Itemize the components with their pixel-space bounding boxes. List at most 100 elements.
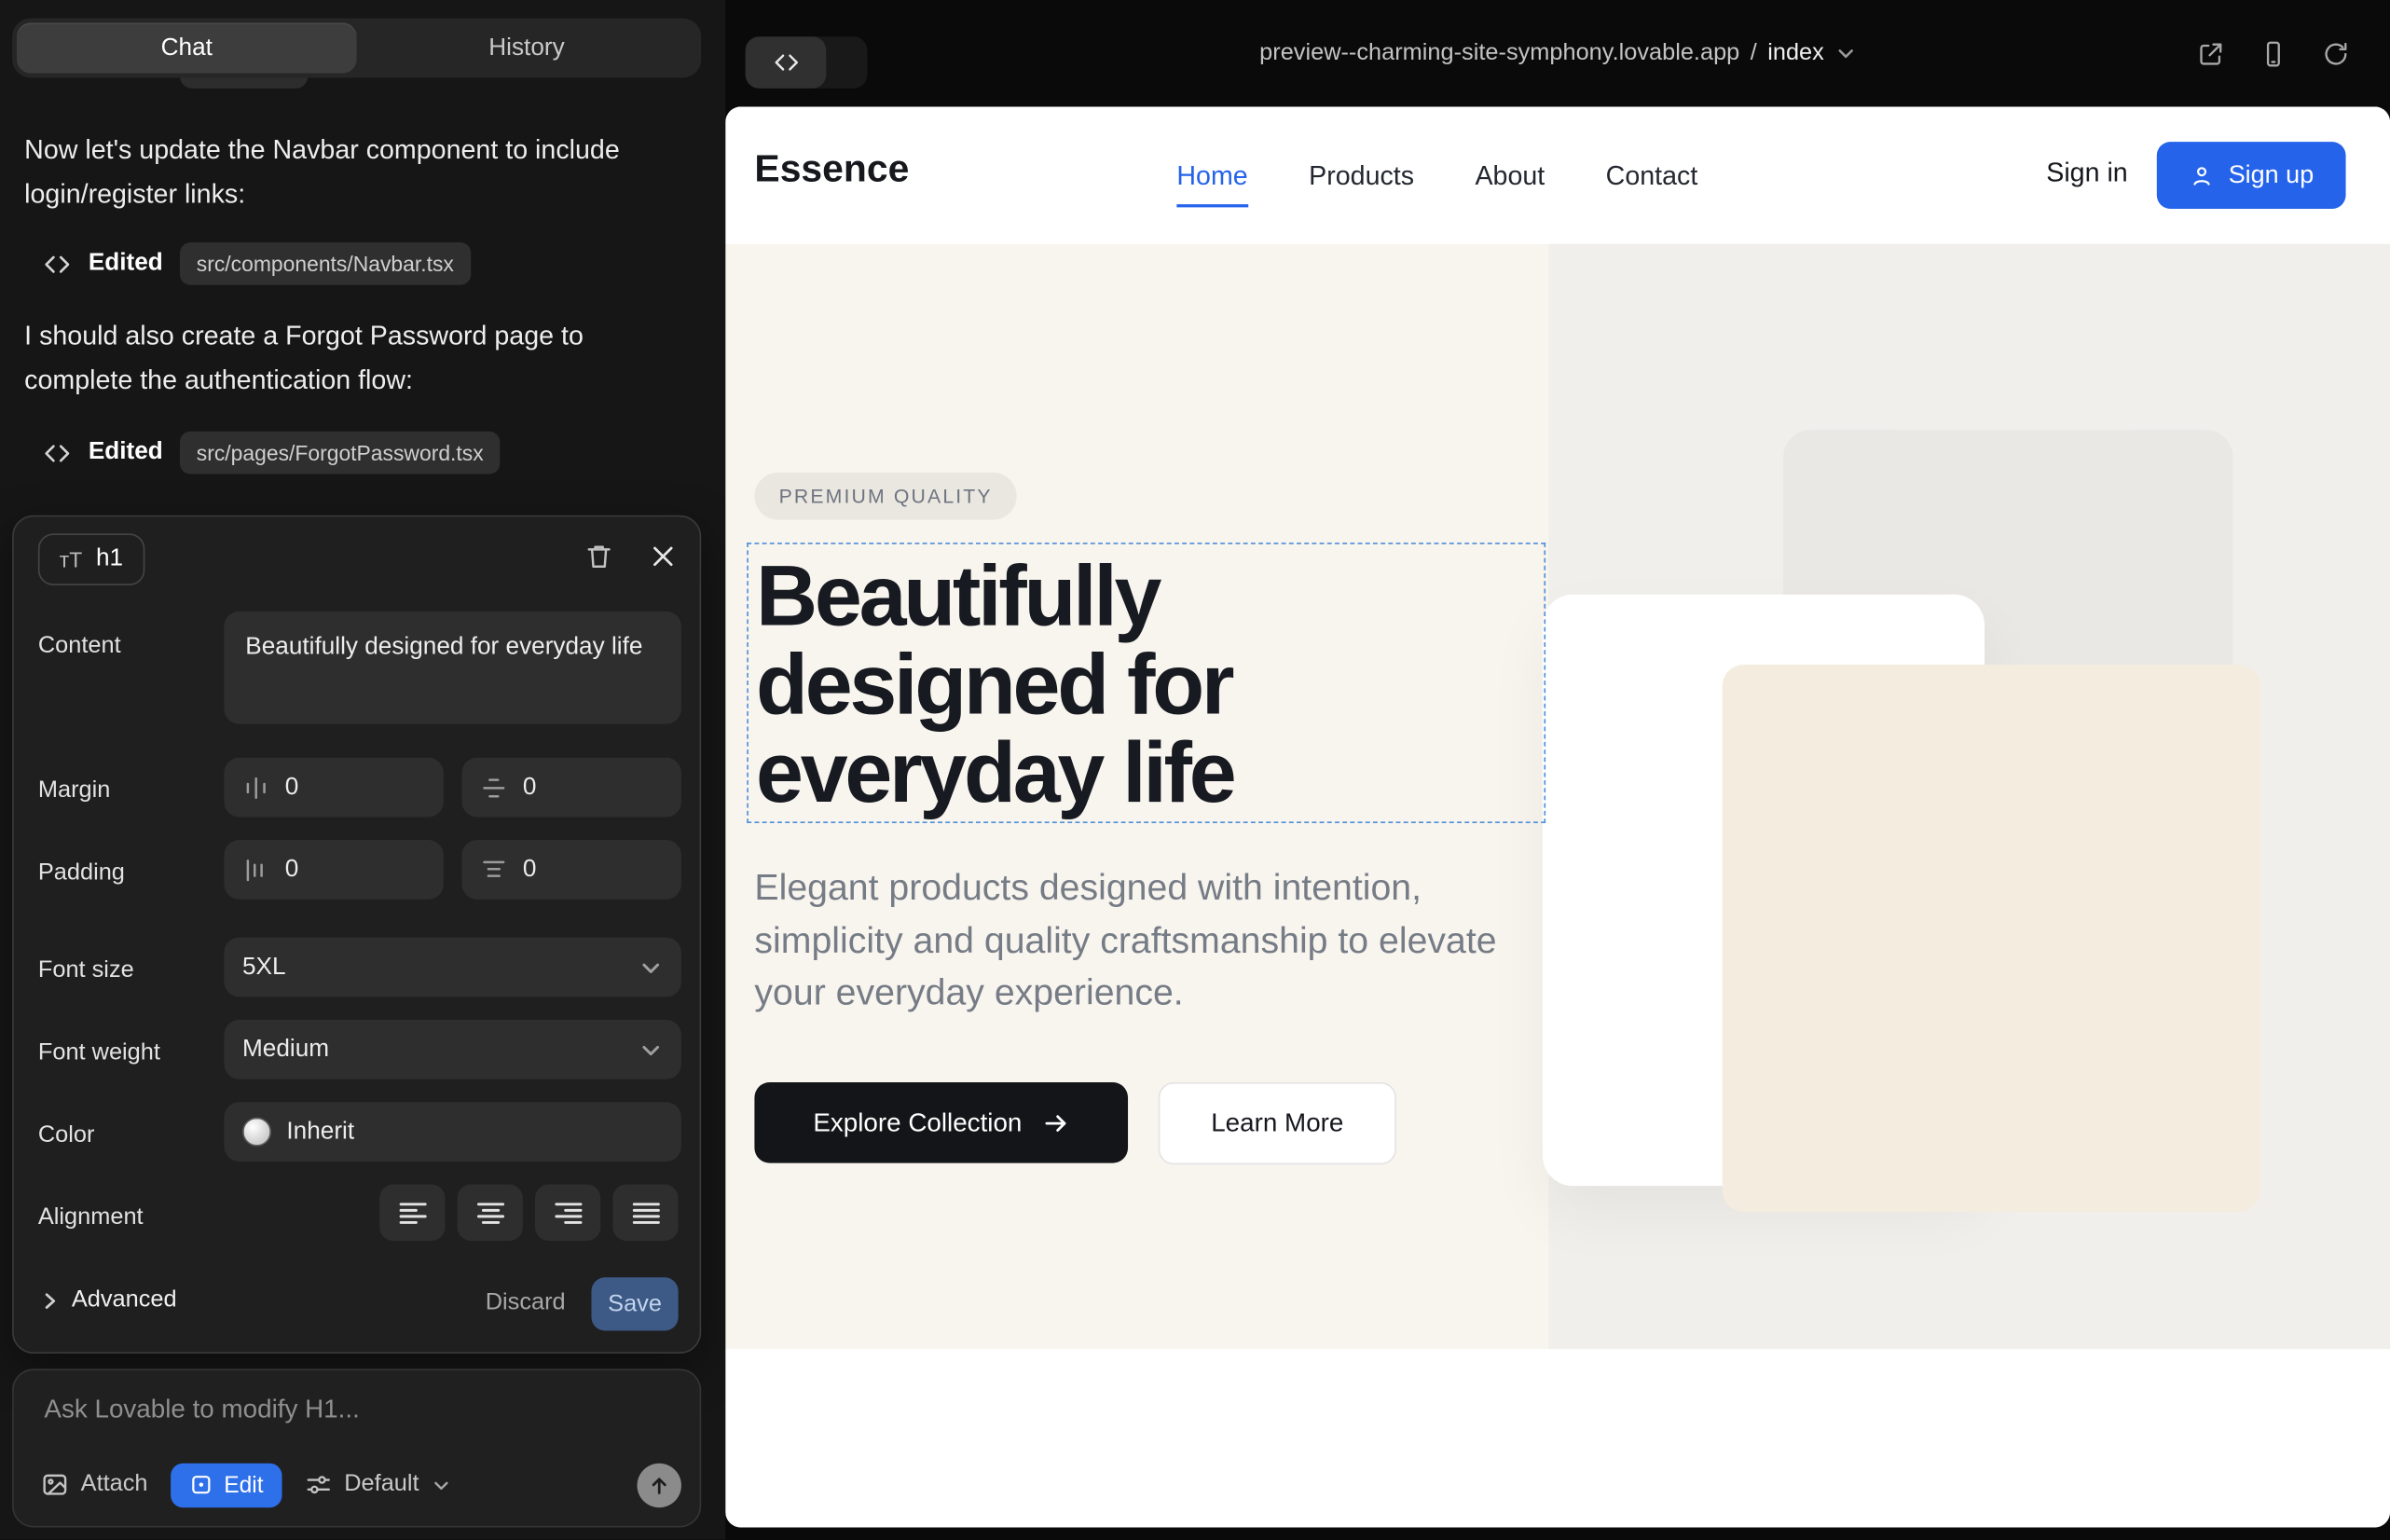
edited-file-row: Edited src/components/Navbar.tsx <box>43 241 471 286</box>
align-justify-button[interactable] <box>612 1185 678 1242</box>
chat-input[interactable] <box>44 1395 668 1447</box>
nav-link-home[interactable]: Home <box>1176 159 1247 191</box>
padding-x-value: 0 <box>285 856 299 883</box>
send-button[interactable] <box>638 1463 681 1506</box>
url-page: index <box>1767 40 1824 67</box>
hero-heading[interactable]: Beautifully designed for everyday life <box>756 552 1233 818</box>
save-button[interactable]: Save <box>591 1277 678 1330</box>
content-input[interactable]: Beautifully designed for everyday life <box>224 612 681 724</box>
margin-horizontal-icon <box>242 774 269 801</box>
align-left-button[interactable] <box>379 1185 445 1242</box>
mobile-view-icon[interactable] <box>2259 39 2287 68</box>
hero-cta-row: Explore Collection Learn More <box>754 1082 1395 1164</box>
align-center-button[interactable] <box>458 1185 523 1242</box>
decorative-shape-beige <box>1723 665 2260 1212</box>
browser-toolbar: preview--charming-site-symphony.lovable.… <box>725 0 2390 106</box>
file-chip[interactable]: src/components/Navbar.tsx <box>180 242 471 285</box>
heading-line: Beautifully <box>756 552 1233 640</box>
selected-element-tag[interactable]: тT h1 <box>38 533 144 585</box>
site-logo[interactable]: Essence <box>754 148 909 192</box>
attach-label: Attach <box>81 1471 148 1498</box>
font-weight-value: Medium <box>242 1036 329 1063</box>
text-size-icon: тT <box>60 547 82 571</box>
font-size-label: Font size <box>38 957 134 984</box>
code-toggle-button[interactable] <box>746 36 827 89</box>
padding-y-input[interactable]: 0 <box>461 840 680 900</box>
padding-x-input[interactable]: 0 <box>224 840 443 900</box>
sign-up-button[interactable]: Sign up <box>2157 142 2346 209</box>
site-navbar: Essence Home Products About Contact Sign… <box>725 106 2390 243</box>
font-weight-label: Font weight <box>38 1039 160 1066</box>
margin-label: Margin <box>38 777 110 804</box>
premium-quality-badge: PREMIUM QUALITY <box>754 473 1016 520</box>
mode-label: Default <box>344 1471 419 1498</box>
margin-y-value: 0 <box>523 774 537 801</box>
close-icon[interactable] <box>645 538 681 574</box>
edit-mode-button[interactable]: Edit <box>171 1463 282 1506</box>
site-nav-links: Home Products About Contact <box>1176 106 1697 243</box>
refresh-icon[interactable] <box>2321 39 2350 68</box>
color-value: Inherit <box>286 1118 354 1145</box>
margin-vertical-icon <box>480 774 507 801</box>
nav-link-contact[interactable]: Contact <box>1606 159 1698 191</box>
sign-in-link[interactable]: Sign in <box>2046 157 2128 188</box>
margin-x-input[interactable]: 0 <box>224 758 443 818</box>
lovable-workspace: Chat History Now let's update the Navbar… <box>0 0 2390 1540</box>
color-input[interactable]: Inherit <box>224 1102 681 1162</box>
chevron-down-icon <box>639 1038 663 1062</box>
image-icon <box>41 1471 68 1498</box>
margin-y-input[interactable]: 0 <box>461 758 680 818</box>
attach-button[interactable]: Attach <box>41 1471 147 1498</box>
nav-link-about[interactable]: About <box>1475 159 1545 191</box>
browser-actions <box>2196 0 2350 106</box>
hero-paragraph[interactable]: Elegant products designed with intention… <box>754 863 1512 1021</box>
edit-select-icon <box>189 1473 213 1497</box>
edit-label: Edit <box>224 1472 263 1498</box>
url-bar[interactable]: preview--charming-site-symphony.lovable.… <box>1259 40 1856 67</box>
padding-vertical-icon <box>480 856 507 883</box>
open-external-icon[interactable] <box>2196 39 2225 68</box>
chat-history-tabs: Chat History <box>12 19 701 78</box>
edited-label: Edited <box>89 250 163 277</box>
margin-x-value: 0 <box>285 774 299 801</box>
code-icon <box>43 249 72 278</box>
learn-more-button[interactable]: Learn More <box>1159 1082 1396 1164</box>
explore-collection-button[interactable]: Explore Collection <box>754 1082 1128 1163</box>
font-size-select[interactable]: 5XL <box>224 938 681 997</box>
preview-pane: preview--charming-site-symphony.lovable.… <box>725 0 2390 1540</box>
heading-line: designed for <box>756 640 1233 729</box>
nav-link-products[interactable]: Products <box>1309 159 1414 191</box>
delete-element-button[interactable] <box>581 538 617 574</box>
padding-label: Padding <box>38 859 125 887</box>
align-right-button[interactable] <box>535 1185 600 1242</box>
code-view-toggle <box>746 36 868 89</box>
explore-label: Explore Collection <box>813 1107 1022 1138</box>
heading-line: everyday life <box>756 729 1233 818</box>
color-label: Color <box>38 1122 95 1149</box>
padding-y-value: 0 <box>523 856 537 883</box>
tab-chat[interactable]: Chat <box>17 23 357 74</box>
url-separator: / <box>1751 40 1757 67</box>
padding-horizontal-icon <box>242 856 269 883</box>
advanced-toggle[interactable]: Advanced <box>38 1286 177 1313</box>
sliders-icon <box>305 1471 332 1498</box>
edited-file-row: Edited src/pages/ForgotPassword.tsx <box>43 430 501 475</box>
mode-select[interactable]: Default <box>305 1471 451 1498</box>
chat-panel: Chat History Now let's update the Navbar… <box>0 0 725 1540</box>
element-editor-panel: тT h1 Content Beautifully designed for e… <box>12 516 701 1354</box>
discard-button[interactable]: Discard <box>486 1289 566 1316</box>
selected-element-outline[interactable]: Beautifully designed for everyday life <box>747 543 1545 823</box>
chevron-down-icon <box>1834 43 1856 64</box>
content-label: Content <box>38 633 121 660</box>
advanced-label: Advanced <box>72 1286 177 1313</box>
tab-history[interactable]: History <box>357 23 697 74</box>
code-icon <box>43 438 72 467</box>
file-chip[interactable]: src/pages/ForgotPassword.tsx <box>180 432 501 474</box>
chat-composer: Attach Edit Default <box>12 1368 701 1527</box>
font-weight-select[interactable]: Medium <box>224 1020 681 1079</box>
hero-section: PREMIUM QUALITY Beautifully designed for… <box>725 244 2390 1350</box>
alignment-label: Alignment <box>38 1204 144 1231</box>
sign-up-label: Sign up <box>2229 161 2314 190</box>
chevron-down-icon <box>639 955 663 979</box>
font-size-value: 5XL <box>242 954 286 981</box>
